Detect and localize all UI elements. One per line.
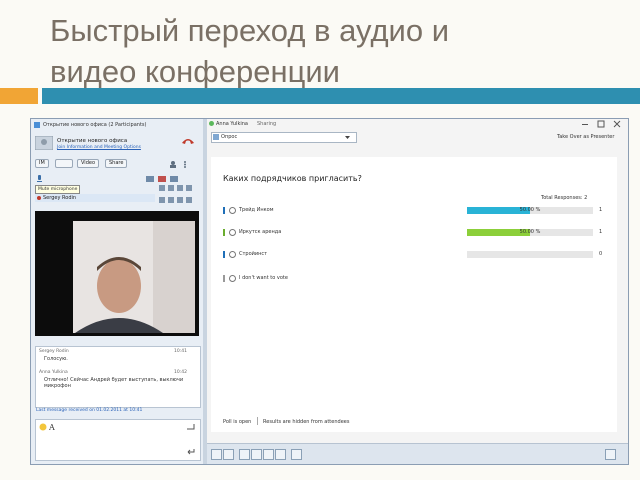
meeting-name: Открытие нового офиса — [57, 138, 128, 144]
participant-name: Sergey Rodin — [43, 195, 77, 201]
toolbar-button-4[interactable] — [251, 449, 262, 460]
more-options-icon[interactable] — [181, 160, 189, 168]
content-stage: Anna Yulkina Sharing Опрос Take Over as … — [207, 119, 628, 464]
result-percent: 50.00 % — [519, 207, 541, 213]
chevron-down-icon[interactable] — [345, 136, 350, 139]
font-icon[interactable]: A — [49, 423, 57, 431]
toolbar-button-7[interactable] — [291, 449, 302, 460]
results-visibility-status: Results are hidden from attendees — [263, 419, 350, 425]
app-icon — [34, 122, 40, 128]
option-marker — [223, 229, 225, 236]
option-marker — [223, 251, 225, 258]
result-count: 0 — [599, 251, 603, 257]
radio-button[interactable] — [229, 229, 236, 236]
sharing-status: Sharing — [257, 121, 277, 127]
window-controls-icon[interactable] — [580, 120, 626, 128]
message-compose-box[interactable]: A — [35, 419, 201, 461]
content-selector-label: Опрос — [221, 134, 238, 140]
call-controls-icon[interactable] — [146, 175, 186, 183]
poll-status: Poll is open — [223, 419, 252, 425]
total-responses: Total Responses: 2 — [541, 195, 588, 201]
accent-bar-blue — [42, 88, 640, 104]
meeting-info-link[interactable]: Join Information and Meeting Options — [57, 145, 141, 150]
result-count: 1 — [599, 229, 603, 235]
result-bar: 50.00 % — [467, 229, 593, 236]
option-label: Трейд Инком — [239, 207, 274, 213]
radio-button[interactable] — [229, 207, 236, 214]
option-label: Стройинст — [239, 251, 268, 257]
chat-message-1: Голосую. — [44, 356, 68, 362]
participant-actions-icon[interactable] — [159, 185, 199, 207]
chat-time-1: 10:41 — [174, 349, 187, 354]
im-button[interactable]: IM — [35, 159, 49, 168]
chat-author-2: Anna Yulkina — [39, 370, 68, 375]
emoticon-icon[interactable] — [39, 423, 47, 431]
radio-button[interactable] — [229, 275, 236, 282]
take-over-presenter-link[interactable]: Take Over as Presenter — [557, 134, 614, 140]
poll-question: Каких подрядчиков пригласить? — [223, 174, 362, 183]
presenter-name: Anna Yulkina — [216, 121, 248, 127]
send-icon[interactable] — [186, 423, 196, 431]
share-button[interactable]: Share — [105, 159, 128, 168]
toolbar-button-6[interactable] — [275, 449, 286, 460]
chat-history: Sergey Rodin 10:41 Голосую. Anna Yulkina… — [35, 346, 201, 408]
radio-button[interactable] — [229, 251, 236, 258]
conversation-panel: Открытие нового офиса (2 Participants) О… — [31, 119, 203, 464]
svg-text:A: A — [49, 423, 55, 431]
participants-icon[interactable] — [169, 160, 177, 168]
window-title: Открытие нового офиса (2 Participants) — [43, 122, 147, 128]
slide-title: Быстрый переход в аудио и видео конферен… — [50, 13, 450, 89]
mute-microphone-tooltip: Mute microphone — [35, 185, 81, 194]
option-label: Иркутск аренда — [239, 229, 282, 235]
presentation-toolbar — [207, 443, 628, 464]
chat-message-2: Отлично! Сейчас Андрей будет выступать, … — [44, 377, 184, 389]
video-button-label: Video — [81, 160, 96, 166]
video-button[interactable]: Video — [77, 159, 100, 168]
poll-option-row: I don't want to vote — [223, 274, 603, 283]
toolbar-button-1[interactable] — [211, 449, 222, 460]
last-message-status: Last message received on 01.02.2011 at 1… — [36, 408, 143, 413]
poll-option-row: Иркутск аренда 50.00 % 1 — [223, 228, 603, 237]
poll-results: Каких подрядчиков пригласить? Total Resp… — [211, 157, 617, 432]
poll-option-row: Стройинст 0 — [223, 250, 603, 259]
toolbar-button-2[interactable] — [223, 449, 234, 460]
fullscreen-button[interactable] — [605, 449, 616, 460]
result-bar: 50.00 % — [467, 207, 593, 214]
result-count: 1 — [599, 207, 603, 213]
accent-bar-orange — [0, 88, 38, 104]
im-button-label: IM — [39, 160, 45, 166]
option-label: I don't want to vote — [239, 275, 288, 281]
video-feed — [35, 211, 199, 336]
lync-conversation-window: Открытие нового офиса (2 Participants) О… — [30, 118, 629, 465]
participant-video-image — [73, 221, 195, 333]
toolbar-button-5[interactable] — [263, 449, 274, 460]
option-marker — [223, 207, 225, 214]
option-marker — [223, 275, 225, 282]
toolbar-button-3[interactable] — [239, 449, 250, 460]
chat-author-1: Sergey Rodin — [39, 349, 69, 354]
presence-dot-icon — [37, 196, 41, 200]
audio-button[interactable] — [55, 159, 73, 168]
share-button-label: Share — [109, 160, 124, 166]
result-bar — [467, 251, 593, 258]
chat-time-2: 10:42 — [174, 370, 187, 375]
meeting-avatar-icon — [35, 136, 53, 150]
presence-icon — [209, 121, 214, 126]
result-percent: 50.00 % — [519, 229, 541, 235]
microphone-icon[interactable] — [35, 175, 45, 183]
status-divider — [257, 417, 258, 425]
poll-option-row: Трейд Инком 50.00 % 1 — [223, 206, 603, 215]
send-enter-icon[interactable] — [186, 448, 196, 456]
poll-icon — [213, 134, 219, 140]
phone-icon[interactable] — [181, 136, 195, 146]
